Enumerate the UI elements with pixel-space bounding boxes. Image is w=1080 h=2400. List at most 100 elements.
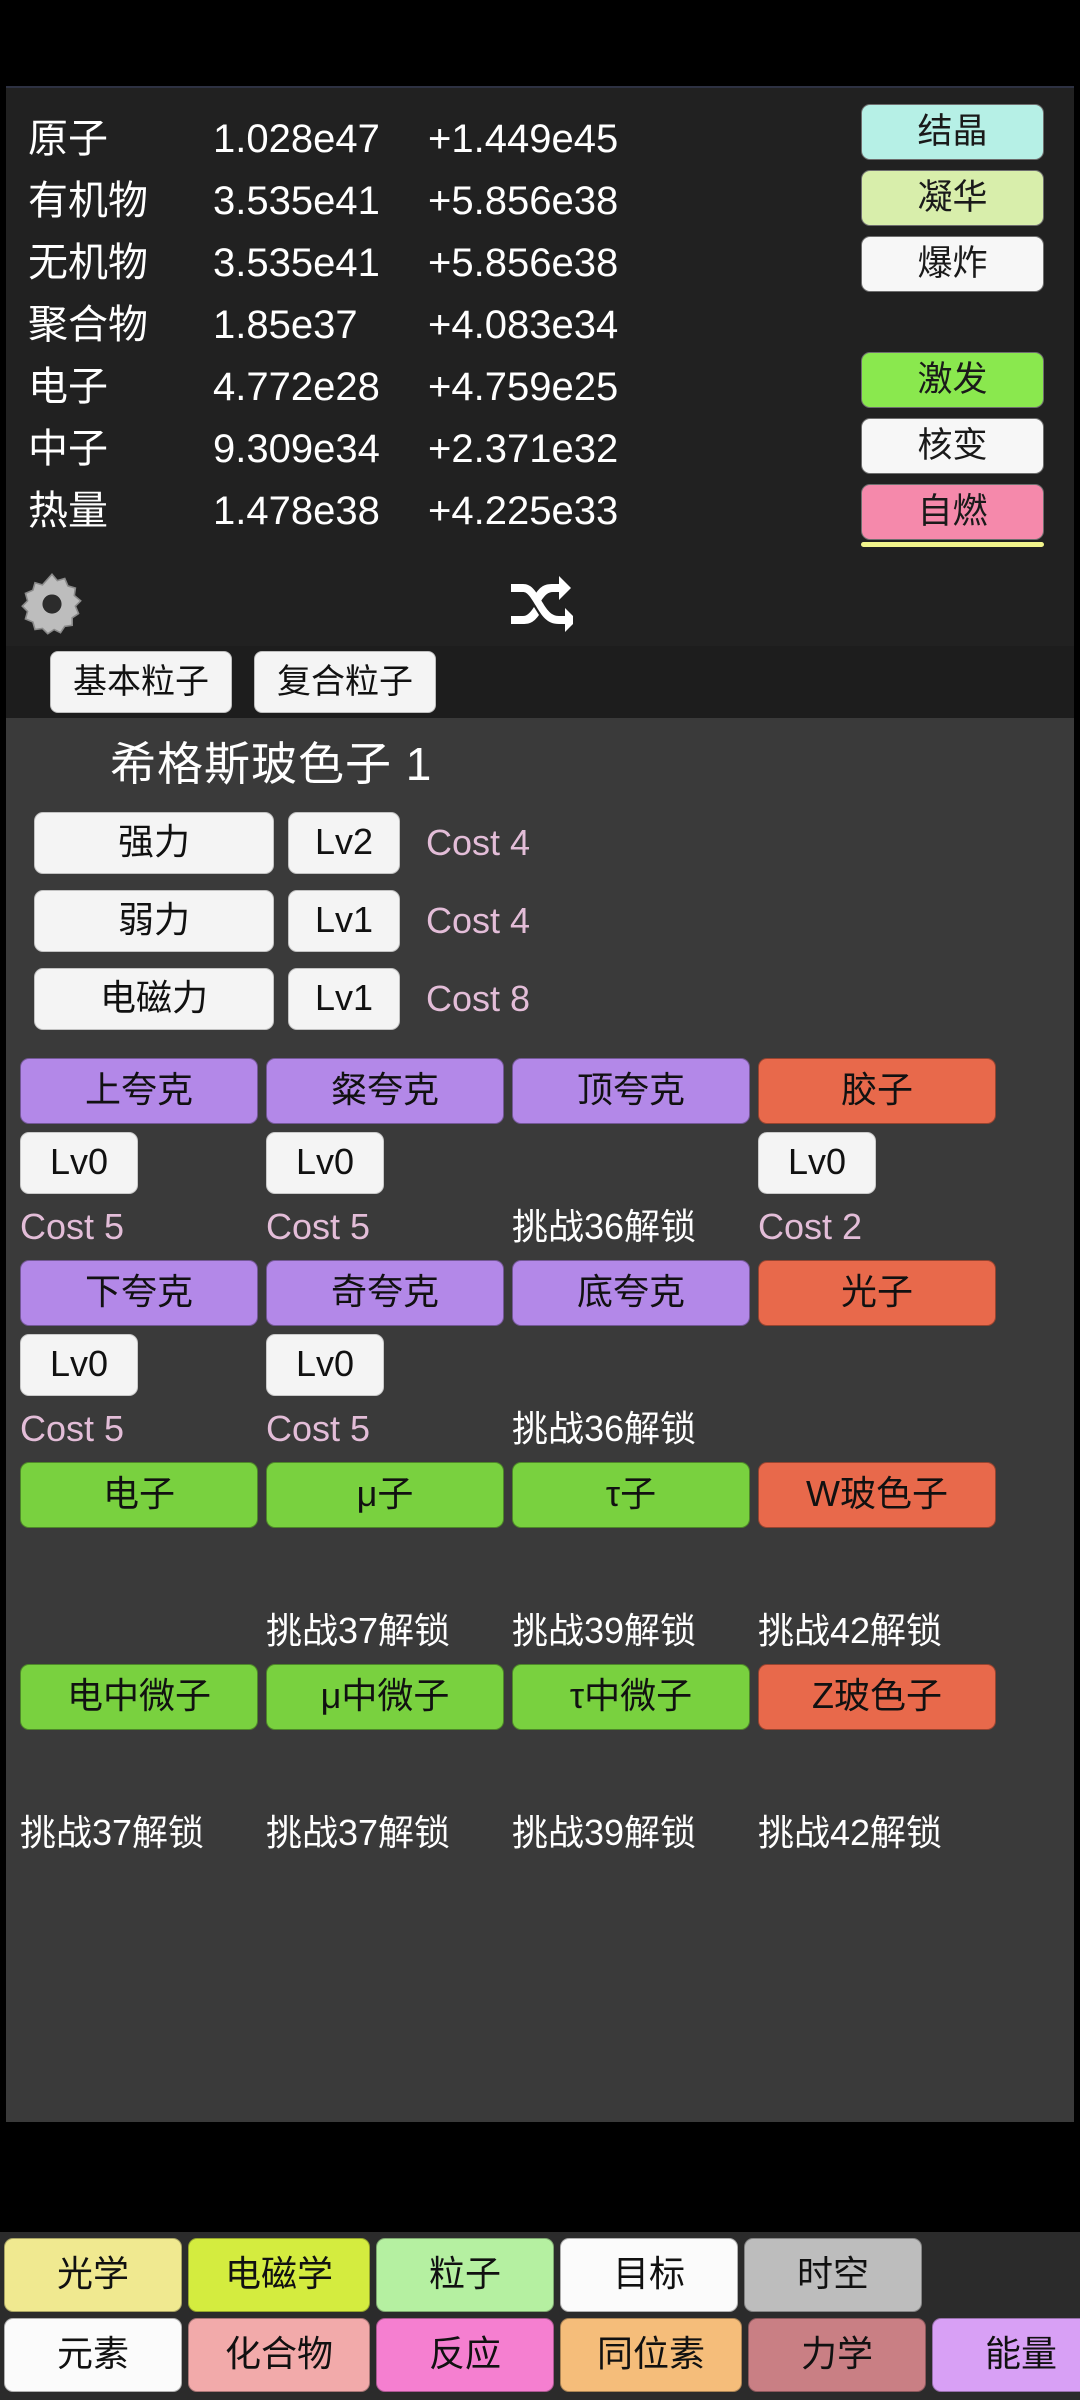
particle-button-光子[interactable]: 光子 bbox=[758, 1260, 996, 1326]
particle-level-button[interactable]: Lv0 bbox=[20, 1132, 138, 1194]
particle-cell: 底夸克 bbox=[512, 1260, 758, 1326]
particle-button-顶夸克[interactable]: 顶夸克 bbox=[512, 1058, 750, 1124]
particle-cell: τ中微子 bbox=[512, 1664, 758, 1730]
force-cost-label: Cost 4 bbox=[426, 822, 531, 863]
particle-button-胶子[interactable]: 胶子 bbox=[758, 1058, 996, 1124]
particle-note-cell: 挑战39解锁 bbox=[512, 1598, 758, 1662]
particle-button-μ子[interactable]: μ子 bbox=[266, 1462, 504, 1528]
particle-button-W玻色子[interactable]: W玻色子 bbox=[758, 1462, 996, 1528]
nav-button-元素[interactable]: 元素 bbox=[4, 2318, 182, 2392]
nav-button-同位素[interactable]: 同位素 bbox=[560, 2318, 742, 2392]
particle-level-placeholder bbox=[512, 1334, 630, 1396]
action-button-爆炸[interactable]: 爆炸 bbox=[861, 236, 1044, 292]
resource-name: 电子 bbox=[28, 365, 108, 409]
nav-button-力学[interactable]: 力学 bbox=[748, 2318, 926, 2392]
particle-level-cell bbox=[758, 1730, 1004, 1800]
particle-level-button[interactable]: Lv0 bbox=[758, 1132, 876, 1194]
main-content: 希格斯玻色子 1 强力 Lv2 Cost 4 弱力 Lv1 Cost 4 电磁力 Lv1 Cos… bbox=[6, 718, 1074, 2122]
force-level-button[interactable]: Lv1 bbox=[288, 968, 400, 1030]
particle-level-cell: Lv0 bbox=[20, 1326, 266, 1396]
particle-note-row: 挑战37解锁 挑战39解锁 挑战42解锁 bbox=[20, 1598, 1060, 1662]
particle-cost-label: Cost 5 bbox=[20, 1408, 125, 1449]
particle-button-电中微子[interactable]: 电中微子 bbox=[20, 1664, 258, 1730]
particle-level-placeholder bbox=[512, 1132, 630, 1194]
nav-button-化合物[interactable]: 化合物 bbox=[188, 2318, 370, 2392]
particle-level-placeholder bbox=[266, 1738, 384, 1800]
particle-lock-label: 挑战36解锁 bbox=[512, 1408, 697, 1449]
particle-cell: 顶夸克 bbox=[512, 1058, 758, 1124]
action-button-核变[interactable]: 核变 bbox=[861, 418, 1044, 474]
particle-button-上夸克[interactable]: 上夸克 bbox=[20, 1058, 258, 1124]
particle-cell: Z玻色子 bbox=[758, 1664, 1004, 1730]
resource-rate: +5.856e38 bbox=[428, 241, 619, 285]
force-button-弱力[interactable]: 弱力 bbox=[34, 890, 274, 952]
resource-value: 4.772e28 bbox=[213, 365, 380, 409]
resource-name: 无机物 bbox=[28, 241, 148, 285]
particle-level-button[interactable]: Lv0 bbox=[266, 1132, 384, 1194]
action-button-自燃[interactable]: 自燃 bbox=[861, 484, 1044, 540]
resource-row: 原子 1.028e47 +1.449e45 bbox=[28, 106, 618, 168]
resource-name: 聚合物 bbox=[28, 303, 148, 347]
particle-lock-label: 挑战42解锁 bbox=[758, 1812, 943, 1853]
nav-button-反应[interactable]: 反应 bbox=[376, 2318, 554, 2392]
particle-button-Z玻色子[interactable]: Z玻色子 bbox=[758, 1664, 996, 1730]
particle-button-电子[interactable]: 电子 bbox=[20, 1462, 258, 1528]
particle-button-下夸克[interactable]: 下夸克 bbox=[20, 1260, 258, 1326]
particle-button-μ中微子[interactable]: μ中微子 bbox=[266, 1664, 504, 1730]
particle-note-cell: Cost 5 bbox=[266, 1396, 512, 1460]
force-level-button[interactable]: Lv2 bbox=[288, 812, 400, 874]
action-button-结晶[interactable]: 结晶 bbox=[861, 104, 1044, 160]
nav-button-时空[interactable]: 时空 bbox=[744, 2238, 922, 2312]
particle-level-row: Lv0 Lv0 Lv0 bbox=[20, 1124, 1060, 1194]
particle-cell: 胶子 bbox=[758, 1058, 1004, 1124]
nav-button-能量[interactable]: 能量 bbox=[932, 2318, 1080, 2392]
particle-note-cell bbox=[20, 1598, 266, 1662]
action-buttons-column: 结晶凝华爆炸激发核变自燃 bbox=[861, 104, 1044, 547]
particle-cell: 粲夸克 bbox=[266, 1058, 512, 1124]
nav-button-粒子[interactable]: 粒子 bbox=[376, 2238, 554, 2312]
particle-level-button[interactable]: Lv0 bbox=[20, 1334, 138, 1396]
tab-复合粒子[interactable]: 复合粒子 bbox=[254, 651, 436, 713]
resource-rate: +2.371e32 bbox=[428, 427, 619, 471]
force-row: 弱力 Lv1 Cost 4 bbox=[34, 890, 1074, 952]
particle-button-奇夸克[interactable]: 奇夸克 bbox=[266, 1260, 504, 1326]
particle-note-cell: 挑战36解锁 bbox=[512, 1194, 758, 1258]
resource-rate: +4.083e34 bbox=[428, 303, 619, 347]
particle-button-τ中微子[interactable]: τ中微子 bbox=[512, 1664, 750, 1730]
nav-button-光学[interactable]: 光学 bbox=[4, 2238, 182, 2312]
particle-button-row: 电子 μ子 τ子 W玻色子 bbox=[20, 1462, 1060, 1528]
particle-cell: 奇夸克 bbox=[266, 1260, 512, 1326]
force-button-强力[interactable]: 强力 bbox=[34, 812, 274, 874]
particle-level-row bbox=[20, 1730, 1060, 1800]
nav-button-电磁学[interactable]: 电磁学 bbox=[188, 2238, 370, 2312]
particle-cell: μ中微子 bbox=[266, 1664, 512, 1730]
resource-value: 3.535e41 bbox=[213, 241, 380, 285]
resource-value: 1.478e38 bbox=[213, 489, 380, 533]
particle-level-cell bbox=[512, 1730, 758, 1800]
resource-value: 1.85e37 bbox=[213, 303, 358, 347]
gear-icon[interactable] bbox=[18, 570, 86, 638]
particle-button-row: 上夸克 粲夸克 顶夸克 胶子 bbox=[20, 1058, 1060, 1124]
particle-cost-label: Cost 5 bbox=[266, 1206, 371, 1247]
particle-button-粲夸克[interactable]: 粲夸克 bbox=[266, 1058, 504, 1124]
shuffle-icon[interactable] bbox=[507, 576, 577, 632]
app-screen: 原子 1.028e47 +1.449e45 有机物 3.535e41 +5.856e38 无… bbox=[0, 0, 1080, 2400]
resource-rate: +1.449e45 bbox=[428, 117, 619, 161]
particle-grid: 上夸克 粲夸克 顶夸克 胶子 Lv0 Lv0 Lv0 Cost 5 Cost 5 挑战36解锁 Co… bbox=[6, 1058, 1074, 1864]
force-level-button[interactable]: Lv1 bbox=[288, 890, 400, 952]
particle-cell: μ子 bbox=[266, 1462, 512, 1528]
toolbar-icons bbox=[6, 568, 1074, 640]
nav-button-目标[interactable]: 目标 bbox=[560, 2238, 738, 2312]
particle-level-button[interactable]: Lv0 bbox=[266, 1334, 384, 1396]
particle-button-τ子[interactable]: τ子 bbox=[512, 1462, 750, 1528]
particle-note-row: Cost 5 Cost 5 挑战36解锁 bbox=[20, 1396, 1060, 1460]
tab-基本粒子[interactable]: 基本粒子 bbox=[50, 651, 232, 713]
particle-level-placeholder bbox=[512, 1536, 630, 1598]
particle-button-底夸克[interactable]: 底夸克 bbox=[512, 1260, 750, 1326]
force-button-电磁力[interactable]: 电磁力 bbox=[34, 968, 274, 1030]
action-button-凝华[interactable]: 凝华 bbox=[861, 170, 1044, 226]
bottom-navigation: 光学 电磁学 粒子 目标 时空 元素 化合物 反应 同位素 力学 能量 bbox=[0, 2232, 1080, 2400]
action-button-激发[interactable]: 激发 bbox=[861, 352, 1044, 408]
resource-rate: +5.856e38 bbox=[428, 179, 619, 223]
particle-note-cell: 挑战37解锁 bbox=[20, 1800, 266, 1864]
